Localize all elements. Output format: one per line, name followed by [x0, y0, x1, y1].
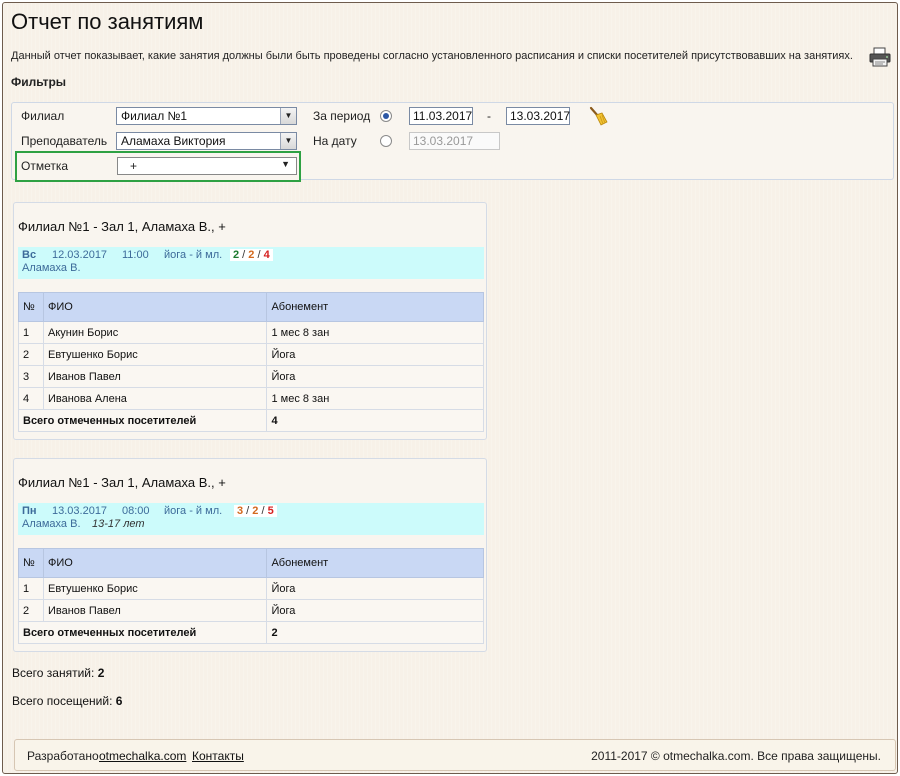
summary-visits: Всего посещений: 6 — [12, 694, 122, 708]
session-time: 11:00 — [122, 249, 149, 261]
attendance-table: № ФИО Абонемент 1 Евтушенко Борис Йога 2… — [17, 548, 484, 644]
footer-developed-label: Разработано — [27, 749, 99, 763]
page-description: Данный отчет показывает, какие занятия д… — [11, 50, 853, 62]
footer-developer-link[interactable]: otmechalka.com — [99, 749, 186, 763]
session-time: 08:00 — [122, 505, 150, 517]
period-to-input[interactable]: 13.03.2017 — [506, 107, 570, 125]
table-row: 2 Иванов Павел Йога — [18, 599, 484, 622]
table-row: 1 Евтушенко Борис Йога — [18, 577, 484, 600]
session-age-group: 13-17 лет — [92, 518, 145, 530]
table-row: 2 Евтушенко Борис Йога — [18, 343, 484, 366]
summary-visits-value: 6 — [115, 694, 123, 708]
teacher-select[interactable]: Аламаха Виктория ▼ — [116, 132, 297, 150]
printer-icon[interactable] — [869, 47, 891, 67]
table-header-row: № ФИО Абонемент — [18, 548, 484, 578]
footer: Разработано otmechalka.com Контакты 2011… — [14, 739, 896, 771]
col-number: № — [18, 292, 44, 322]
filters-heading: Фильтры — [11, 75, 67, 89]
session-teacher: Аламаха В. — [22, 262, 81, 274]
table-row: 3 Иванов Павел Йога — [18, 365, 484, 388]
col-name: ФИО — [42, 548, 268, 578]
col-number: № — [18, 548, 44, 578]
summary-lessons: Всего занятий: 2 — [12, 666, 104, 680]
session-teacher: Аламаха В. — [22, 518, 81, 530]
session-info: Вс 12.03.2017 11:00 йога - й мл. 2 / 2 /… — [18, 247, 484, 279]
branch-select-value: Филиал №1 — [121, 109, 188, 123]
period-dash: - — [487, 109, 491, 123]
session-counts: 2 / 2 / 4 — [230, 249, 273, 261]
table-row: 1 Акунин Борис 1 мес 8 зан — [18, 321, 484, 344]
chevron-down-icon[interactable]: ▼ — [281, 159, 290, 169]
date-input[interactable]: 13.03.2017 — [409, 132, 500, 150]
chevron-down-icon[interactable]: ▼ — [280, 133, 296, 149]
count-total: 4 — [263, 249, 270, 261]
footer-contacts-link[interactable]: Контакты — [192, 749, 244, 763]
table-row: 4 Иванова Алена 1 мес 8 зан — [18, 387, 484, 410]
session-day: Пн — [22, 505, 37, 517]
mark-filter-highlight: Отметка + ▼ — [15, 151, 301, 182]
table-header-row: № ФИО Абонемент — [18, 292, 484, 322]
broom-icon[interactable] — [587, 105, 609, 127]
session-kind: йога - й мл. — [164, 505, 223, 517]
teacher-label: Преподаватель — [21, 134, 108, 148]
report-title: Филиал №1 - Зал 1, Аламаха В., + — [18, 219, 226, 234]
footer-copyright: 2011-2017 © otmechalka.com. Все права за… — [591, 749, 881, 763]
session-day: Вс — [22, 249, 37, 261]
teacher-select-value: Аламаха Виктория — [121, 134, 226, 148]
mark-select[interactable]: + ▼ — [117, 157, 297, 175]
table-total-row: Всего отмеченных посетителей 2 — [17, 621, 484, 644]
col-subscription: Абонемент — [266, 548, 484, 578]
period-label: За период — [313, 109, 371, 123]
branch-label: Филиал — [21, 109, 65, 123]
report-card: Филиал №1 - Зал 1, Аламаха В., + Вс 12.0… — [13, 202, 487, 440]
summary-lessons-label: Всего занятий: — [12, 666, 95, 680]
session-date: 13.03.2017 — [52, 505, 108, 517]
period-from-input[interactable]: 11.03.2017 — [409, 107, 473, 125]
summary-lessons-value: 2 — [97, 666, 105, 680]
table-total-row: Всего отмеченных посетителей 4 — [17, 409, 484, 432]
branch-select[interactable]: Филиал №1 ▼ — [116, 107, 297, 125]
report-card: Филиал №1 - Зал 1, Аламаха В., + Пн 13.0… — [13, 458, 487, 652]
chevron-down-icon[interactable]: ▼ — [280, 108, 296, 124]
count-total: 5 — [267, 505, 274, 517]
period-radio[interactable] — [380, 110, 392, 122]
mark-label: Отметка — [21, 159, 69, 173]
attendance-table: № ФИО Абонемент 1 Акунин Борис 1 мес 8 з… — [17, 292, 484, 432]
date-radio[interactable] — [380, 135, 392, 147]
session-date: 12.03.2017 — [52, 249, 108, 261]
session-info: Пн 13.03.2017 08:00 йога - й мл. 3 / 2 /… — [18, 503, 484, 535]
page-frame: Отчет по занятиям Данный отчет показывае… — [2, 2, 898, 774]
report-title: Филиал №1 - Зал 1, Аламаха В., + — [18, 475, 226, 490]
page-title: Отчет по занятиям — [11, 9, 204, 34]
col-name: ФИО — [42, 292, 268, 322]
session-kind: йога - й мл. — [164, 249, 223, 261]
mark-select-value: + — [130, 159, 138, 173]
session-counts: 3 / 2 / 5 — [234, 505, 277, 517]
date-label: На дату — [313, 134, 357, 148]
summary-visits-label: Всего посещений: — [12, 694, 113, 708]
col-subscription: Абонемент — [266, 292, 484, 322]
